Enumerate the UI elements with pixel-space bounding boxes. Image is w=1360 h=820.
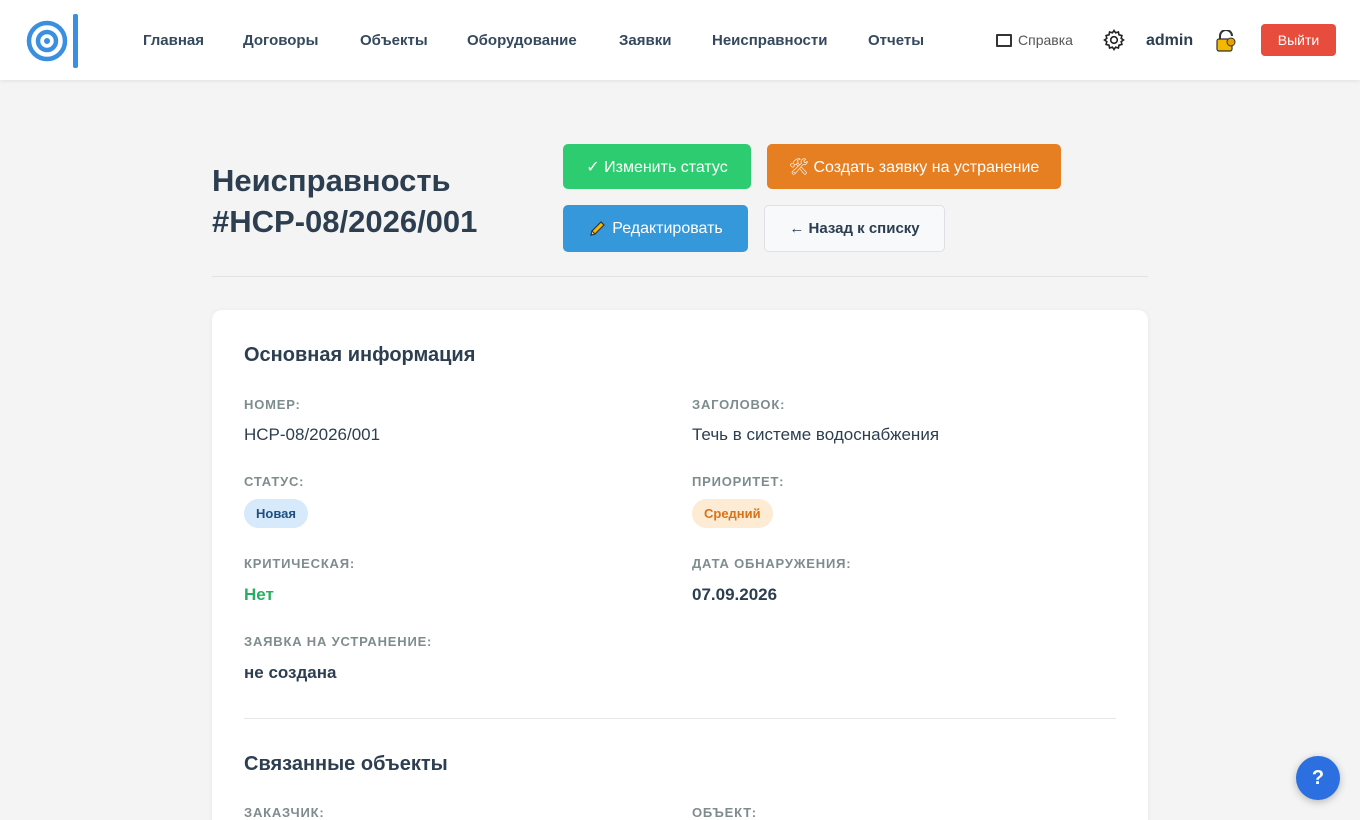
gear-icon[interactable] <box>1102 28 1126 52</box>
logout-button[interactable]: Выйти <box>1261 24 1336 56</box>
number-label: Номер: <box>244 397 301 412</box>
help-link[interactable]: Справка <box>996 32 1073 48</box>
pencil-icon <box>590 220 606 236</box>
header-divider <box>212 276 1148 277</box>
user-name[interactable]: admin <box>1146 32 1193 50</box>
nav-item-home[interactable]: Главная <box>143 32 204 49</box>
help-label: Справка <box>1018 32 1073 48</box>
nav-item-objects[interactable]: Объекты <box>360 32 428 49</box>
top-navbar: Главная Договоры Объекты Оборудование За… <box>0 0 1360 80</box>
lock-icon[interactable] <box>1216 30 1236 52</box>
section-divider <box>244 718 1116 719</box>
critical-value: Нет <box>244 585 274 604</box>
priority-badge: Средний <box>692 499 773 528</box>
status-badge: Новая <box>244 499 308 528</box>
fault-details-card: Основная информация Номер: НСР-08/2026/0… <box>212 310 1148 820</box>
repair-request-label: Заявка на устранение: <box>244 634 433 649</box>
back-to-list-button[interactable]: ← Назад к списку <box>764 205 945 252</box>
app-logo-icon[interactable] <box>26 12 84 70</box>
nav-item-requests[interactable]: Заявки <box>619 32 671 49</box>
status-label: Статус: <box>244 474 305 489</box>
repair-request-value: не создана <box>244 663 337 682</box>
heading-label: Заголовок: <box>692 397 786 412</box>
critical-label: Критическая: <box>244 556 356 571</box>
nav-item-faults[interactable]: Неисправности <box>712 32 827 49</box>
object-label: Объект: <box>692 805 757 820</box>
detection-date-label: Дата обнаружения: <box>692 556 852 571</box>
edit-button-label: Редактировать <box>612 219 723 237</box>
number-value: НСР-08/2026/001 <box>244 425 381 444</box>
detection-date-value: 07.09.2026 <box>692 585 778 604</box>
heading-value: Течь в системе водоснабжения <box>692 425 940 444</box>
nav-item-contracts[interactable]: Договоры <box>243 32 318 49</box>
create-repair-request-button[interactable]: 🛠 Создать заявку на устранение <box>767 144 1061 189</box>
page-title: Неисправность #НСР-08/2026/001 <box>212 163 478 239</box>
help-fab-button[interactable]: ? <box>1296 756 1340 800</box>
nav-item-reports[interactable]: Отчеты <box>868 32 924 49</box>
book-icon <box>996 33 1012 47</box>
nav-item-equipment[interactable]: Оборудование <box>467 32 577 49</box>
change-status-button[interactable]: ✓ Изменить статус <box>563 144 751 189</box>
related-objects-title: Связанные объекты <box>244 753 448 775</box>
main-info-title: Основная информация <box>244 344 476 366</box>
customer-label: Заказчик: <box>244 805 325 820</box>
edit-button[interactable]: Редактировать <box>563 205 748 252</box>
priority-label: Приоритет: <box>692 474 785 489</box>
